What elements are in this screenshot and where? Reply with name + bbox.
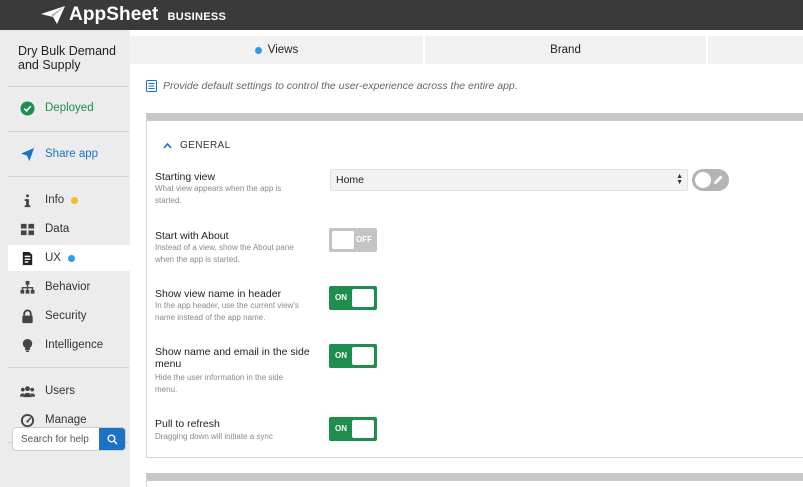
- section-title: GENERAL: [180, 140, 231, 151]
- setting-description: Instead of a view, show the About pane w…: [155, 243, 294, 264]
- toggle-state: ON: [335, 293, 347, 302]
- sidebar-item-label: Intelligence: [45, 339, 104, 351]
- sidebar-item-behavior[interactable]: Behavior: [8, 274, 130, 300]
- active-tab-dot: [254, 46, 262, 54]
- help-search-input[interactable]: [13, 428, 101, 450]
- tab-brand[interactable]: Brand: [425, 36, 708, 64]
- mobile-icon: [18, 249, 36, 267]
- toggle-knob: [352, 347, 374, 365]
- brand-name: AppSheet: [69, 4, 159, 25]
- section-header-general[interactable]: GENERAL: [163, 140, 231, 151]
- sidebar-item-users[interactable]: Users: [8, 378, 130, 404]
- sidebar-divider: [8, 176, 129, 177]
- sidebar-divider: [8, 86, 129, 87]
- toggle-knob: [332, 231, 354, 249]
- lightbulb-icon: [18, 336, 36, 354]
- sidebar-item-label: Users: [45, 385, 76, 397]
- sidebar-item-share-app[interactable]: Share app: [8, 141, 130, 167]
- tab-label: Brand: [550, 44, 581, 56]
- help-search: [12, 427, 126, 451]
- toggle-state: ON: [335, 351, 347, 360]
- document-icon: [146, 80, 157, 92]
- toggle-knob: [352, 420, 374, 438]
- status-dot: [67, 254, 75, 262]
- grid-icon: [18, 220, 36, 238]
- select-arrows-icon: ▲ ▼: [676, 173, 683, 186]
- sidebar-item-label: Security: [45, 310, 87, 322]
- chevron-up-icon: [163, 142, 172, 149]
- status-dot: [71, 196, 79, 204]
- main-content: Views Brand Provide default settings to …: [130, 30, 803, 487]
- sidebar-item-data[interactable]: Data: [8, 216, 130, 242]
- setting-label: Start with About: [155, 230, 229, 242]
- toggle-knob: [695, 172, 711, 188]
- toggle-state: OFF: [356, 235, 372, 244]
- sidebar-item-label: Deployed: [45, 102, 94, 114]
- top-bar: AppSheet BUSINESS: [0, 0, 803, 30]
- description-text: Provide default settings to control the …: [163, 80, 518, 92]
- appsheet-logo[interactable]: AppSheet BUSINESS: [40, 4, 226, 26]
- brand-tier: BUSINESS: [167, 10, 227, 23]
- sidebar-divider: [8, 131, 129, 132]
- page-description: Provide default settings to control the …: [146, 80, 518, 92]
- setting-description: What view appears when the app is starte…: [155, 184, 282, 205]
- sidebar-divider: [8, 367, 129, 368]
- tab-label: Views: [267, 44, 299, 56]
- tab-more[interactable]: [708, 36, 803, 64]
- paper-plane-logo-icon: [41, 6, 65, 24]
- sidebar: Dry Bulk Demand and Supply Deployed Shar…: [0, 30, 130, 487]
- setting-label: Show view name in header: [155, 288, 282, 300]
- show-view-name-toggle[interactable]: ON: [329, 286, 377, 310]
- sitemap-icon: [18, 278, 36, 296]
- pull-to-refresh-toggle[interactable]: ON: [329, 417, 377, 441]
- sidebar-item-label: Info: [45, 194, 65, 206]
- setting-label: Show name and email in the side menu: [155, 346, 310, 370]
- general-section: GENERAL Starting view What view appears …: [146, 113, 803, 458]
- toggle-state: ON: [335, 424, 347, 433]
- sidebar-item-label: Behavior: [45, 281, 91, 293]
- next-section: [146, 473, 803, 487]
- sidebar-item-deployed[interactable]: Deployed: [8, 95, 130, 121]
- search-icon: [106, 433, 118, 445]
- setting-description: Dragging down will initiate a sync: [155, 432, 273, 441]
- sidebar-item-label: Manage: [45, 414, 87, 426]
- info-icon: [18, 191, 36, 209]
- sidebar-item-ux[interactable]: UX: [8, 245, 130, 271]
- select-value: Home: [336, 174, 365, 186]
- setting-label: Starting view: [155, 171, 216, 183]
- sidebar-item-label: Share app: [45, 148, 99, 160]
- lock-icon: [18, 307, 36, 325]
- tab-bar: Views Brand: [130, 36, 803, 64]
- sidebar-item-security[interactable]: Security: [8, 303, 130, 329]
- check-circle-icon: [18, 99, 36, 117]
- formula-edit-toggle[interactable]: [692, 169, 729, 191]
- app-name: Dry Bulk Demand and Supply: [18, 44, 116, 72]
- sidebar-item-label: UX: [45, 252, 61, 264]
- start-with-about-toggle[interactable]: OFF: [329, 228, 377, 252]
- setting-description: Hide the user information in the side me…: [155, 373, 284, 394]
- toggle-knob: [352, 289, 374, 307]
- sidebar-item-intelligence[interactable]: Intelligence: [8, 332, 130, 358]
- users-icon: [18, 382, 36, 400]
- setting-label: Pull to refresh: [155, 418, 220, 430]
- pencil-icon: [714, 175, 723, 184]
- starting-view-select[interactable]: Home ▲ ▼: [330, 169, 688, 191]
- help-search-button[interactable]: [99, 428, 125, 450]
- send-icon: [18, 145, 36, 163]
- setting-description: In the app header, use the current view'…: [155, 301, 299, 322]
- tab-views[interactable]: Views: [130, 36, 425, 64]
- show-name-email-toggle[interactable]: ON: [329, 344, 377, 368]
- sidebar-item-info[interactable]: Info: [8, 187, 130, 213]
- sidebar-item-label: Data: [45, 223, 70, 235]
